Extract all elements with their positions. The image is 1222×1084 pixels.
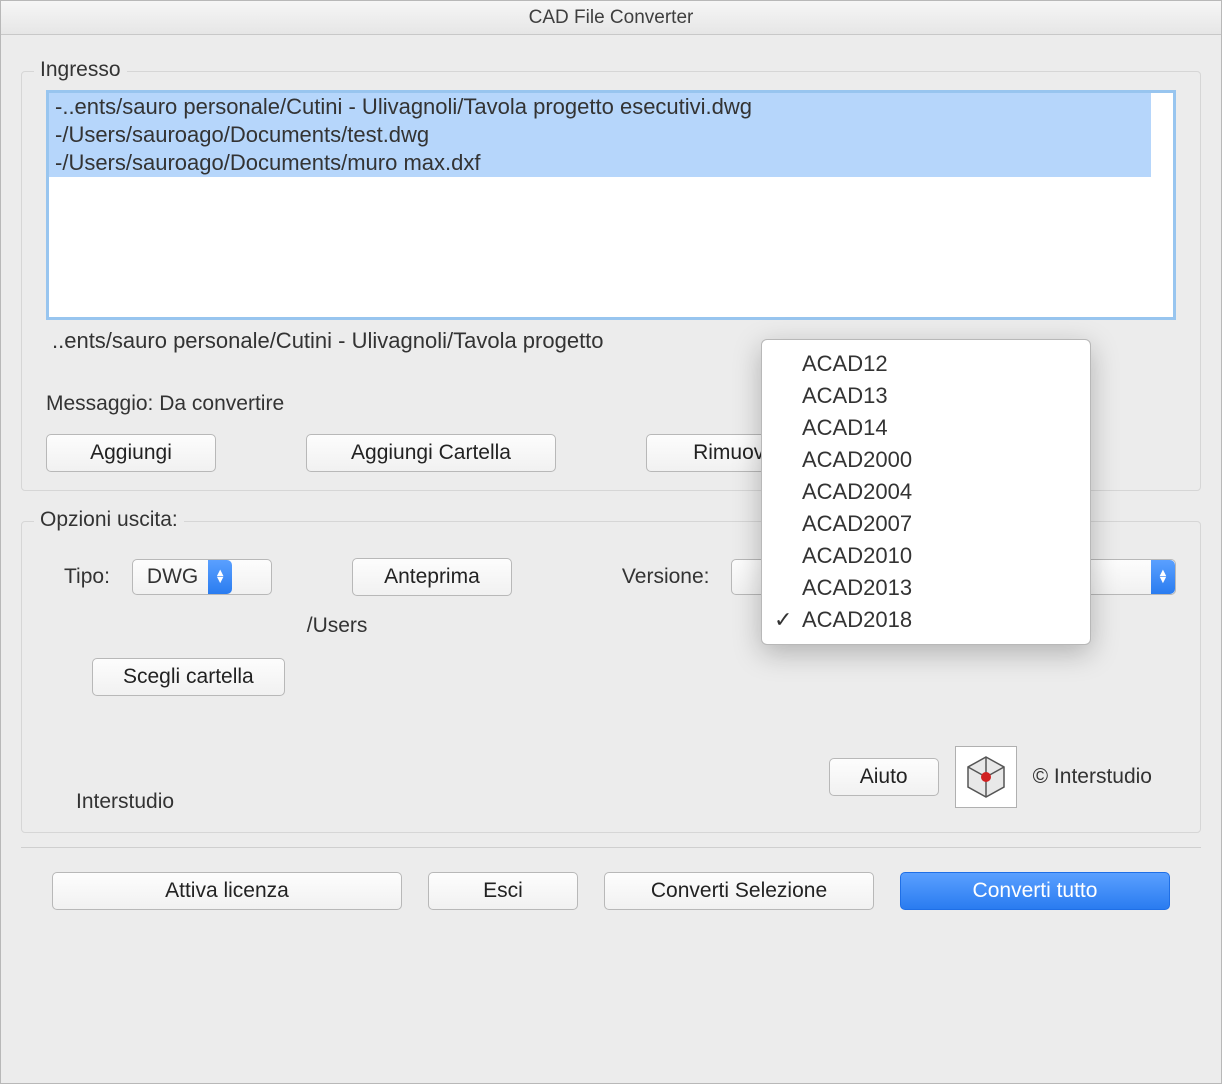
app-window: CAD File Converter Ingresso -..ents/saur… — [0, 0, 1222, 1084]
list-item[interactable]: -/Users/sauroago/Documents/muro max.dxf — [49, 149, 1173, 177]
add-button[interactable]: Aggiungi — [46, 434, 216, 472]
choose-folder-button[interactable]: Scegli cartella — [92, 658, 285, 696]
list-item[interactable]: -/Users/sauroago/Documents/test.dwg — [49, 121, 1173, 149]
activate-license-button[interactable]: Attiva licenza — [52, 872, 402, 910]
scrollbar-track[interactable] — [1151, 93, 1173, 317]
bottom-action-bar: Attiva licenza Esci Converti Selezione C… — [21, 847, 1201, 934]
input-file-list[interactable]: -..ents/sauro personale/Cutini - Ulivagn… — [46, 90, 1176, 320]
list-item[interactable]: -..ents/sauro personale/Cutini - Ulivagn… — [49, 93, 1173, 121]
exit-button[interactable]: Esci — [428, 872, 578, 910]
app-logo-icon — [955, 746, 1017, 808]
versione-label: Versione: — [622, 565, 710, 589]
versione-dropdown[interactable]: ACAD12 ACAD13 ACAD14 ACAD2000 ACAD2004 A… — [761, 339, 1091, 645]
convert-selection-button[interactable]: Converti Selezione — [604, 872, 874, 910]
message-prefix: Messaggio: — [46, 392, 153, 415]
window-title: CAD File Converter — [1, 1, 1221, 35]
output-folder-path: /Users — [307, 614, 368, 638]
anteprima-button[interactable]: Anteprima — [352, 558, 512, 596]
help-button[interactable]: Aiuto — [829, 758, 939, 796]
tipo-select[interactable]: DWG ▲▼ — [132, 559, 272, 595]
dropdown-item-selected[interactable]: ACAD2018 — [762, 604, 1090, 636]
dropdown-item[interactable]: ACAD13 — [762, 380, 1090, 412]
dropdown-item[interactable]: ACAD2013 — [762, 572, 1090, 604]
tipo-label: Tipo: — [64, 565, 110, 589]
chevron-updown-icon: ▲▼ — [1151, 560, 1175, 594]
ingresso-label: Ingresso — [34, 58, 127, 82]
uscita-label: Opzioni uscita: — [34, 508, 184, 532]
dropdown-item[interactable]: ACAD2004 — [762, 476, 1090, 508]
window-content: Ingresso -..ents/sauro personale/Cutini … — [1, 35, 1221, 954]
dropdown-item[interactable]: ACAD12 — [762, 348, 1090, 380]
dropdown-item[interactable]: ACAD2010 — [762, 540, 1090, 572]
convert-all-button[interactable]: Converti tutto — [900, 872, 1170, 910]
dropdown-item[interactable]: ACAD2000 — [762, 444, 1090, 476]
tipo-select-value: DWG — [147, 565, 198, 589]
chevron-updown-icon: ▲▼ — [208, 560, 232, 594]
message-value: Da convertire — [159, 392, 284, 415]
copyright-text: © Interstudio — [1033, 765, 1152, 789]
dropdown-item[interactable]: ACAD14 — [762, 412, 1090, 444]
dropdown-item[interactable]: ACAD2007 — [762, 508, 1090, 540]
add-folder-button[interactable]: Aggiungi Cartella — [306, 434, 556, 472]
